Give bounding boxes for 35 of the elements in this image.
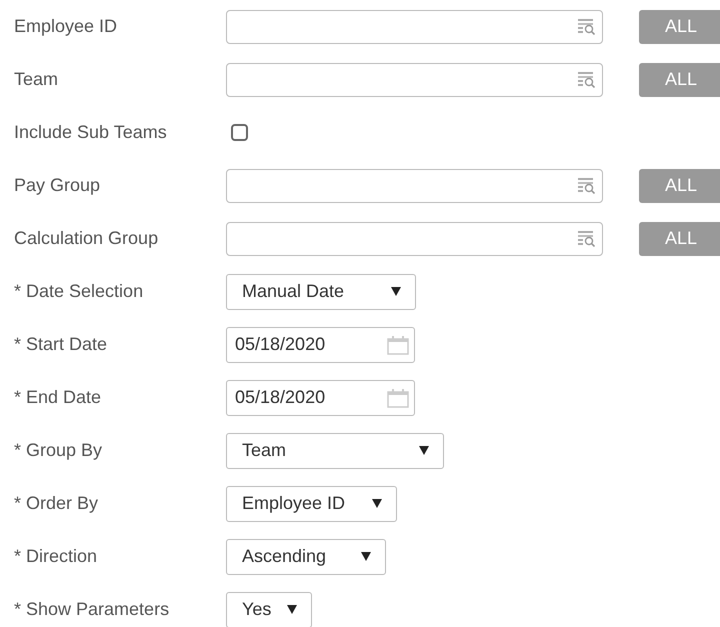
dropdown[interactable]: Manual Date <box>226 274 416 310</box>
caret-icon <box>419 446 429 455</box>
calendar-icon[interactable] <box>387 388 409 408</box>
caret-icon <box>372 499 382 508</box>
field-label: * Direction <box>14 546 98 567</box>
dropdown[interactable]: Yes <box>226 592 312 627</box>
lookup-icon[interactable] <box>578 230 596 246</box>
field-label: * End Date <box>14 387 102 408</box>
field-label: * Start Date <box>14 334 108 355</box>
field-label: Employee ID <box>14 16 118 37</box>
lookup-icon[interactable] <box>578 18 596 34</box>
field-label: * Show Parameters <box>14 599 170 620</box>
field-label: * Date Selection <box>14 281 144 302</box>
lookup-field[interactable] <box>226 62 603 96</box>
lookup-field[interactable] <box>226 10 603 44</box>
dropdown[interactable]: Employee ID <box>226 486 397 522</box>
calendar-icon[interactable] <box>387 334 409 354</box>
lookup-field[interactable] <box>226 168 603 202</box>
lookup-field[interactable] <box>226 222 603 256</box>
checkbox[interactable] <box>231 124 248 141</box>
dropdown[interactable]: Ascending <box>226 538 386 574</box>
dropdown[interactable]: Team <box>226 432 444 468</box>
caret-icon <box>361 552 371 561</box>
field-label: Include Sub Teams <box>14 122 167 143</box>
date-field[interactable]: 05/18/2020 <box>226 326 415 362</box>
field-label: Calculation Group <box>14 228 158 249</box>
caret-icon <box>287 605 297 614</box>
lookup-icon[interactable] <box>578 72 596 88</box>
field-label: * Order By <box>14 493 98 514</box>
caret-icon <box>391 287 401 296</box>
field-label: Pay Group <box>14 175 100 196</box>
field-label: * Group By <box>14 440 102 461</box>
date-field[interactable]: 05/18/2020 <box>226 380 415 416</box>
lookup-icon[interactable] <box>578 178 596 194</box>
field-label: Team <box>14 69 58 90</box>
